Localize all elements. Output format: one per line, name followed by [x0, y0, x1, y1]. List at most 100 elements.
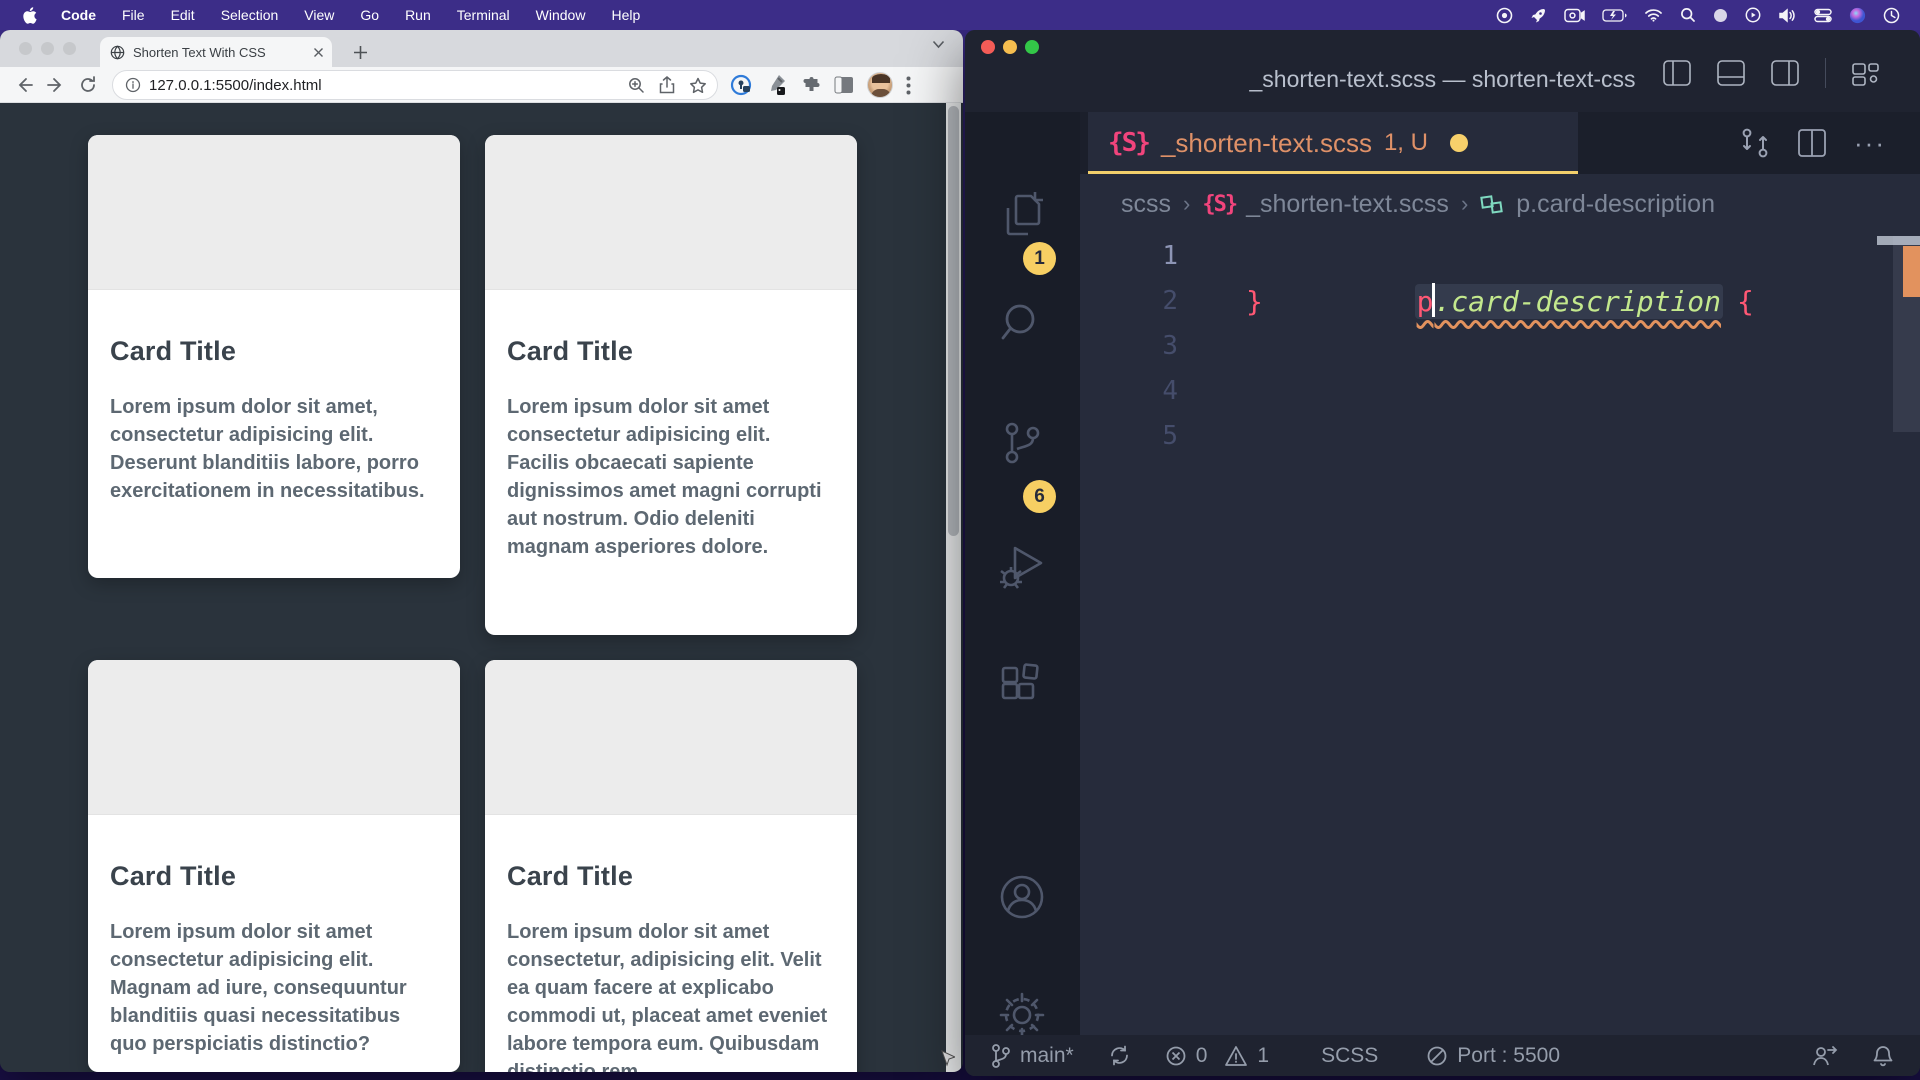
mouse-cursor — [941, 1050, 955, 1068]
minimize-window-button[interactable] — [41, 42, 54, 55]
warning-count: 1 — [1257, 1044, 1269, 1068]
new-tab-button[interactable] — [346, 38, 374, 66]
feedback-person-icon[interactable] — [1812, 1044, 1838, 1068]
forward-button[interactable] — [40, 71, 72, 99]
run-debug-icon[interactable] — [997, 540, 1047, 590]
side-panel-icon[interactable] — [834, 76, 854, 94]
zoom-window-button[interactable] — [1025, 40, 1039, 54]
dot-icon[interactable] — [1713, 8, 1728, 23]
settings-gear-icon[interactable] — [997, 990, 1047, 1040]
battery-icon[interactable] — [1602, 9, 1627, 22]
share-icon[interactable] — [659, 76, 675, 94]
toggle-secondary-sidebar-icon[interactable] — [1771, 60, 1799, 86]
unsaved-changes-dot[interactable] — [1450, 134, 1468, 152]
extension-icons — [730, 67, 911, 103]
site-info-icon[interactable] — [125, 77, 141, 93]
play-circle-icon[interactable] — [1745, 7, 1761, 23]
breadcrumb-folder[interactable]: scss — [1121, 190, 1171, 219]
extensions-icon[interactable] — [997, 662, 1047, 712]
card-2-description: Lorem ipsum dolor sit amet consectetur a… — [507, 393, 835, 561]
scss-file-icon: {S} — [1108, 128, 1149, 158]
back-button[interactable] — [8, 71, 40, 99]
chrome-toolbar: 127.0.0.1:5500/index.html — [0, 67, 963, 103]
account-icon[interactable] — [997, 872, 1047, 922]
menu-item-terminal[interactable]: Terminal — [457, 7, 510, 23]
extensions-puzzle-icon[interactable] — [800, 75, 821, 96]
menu-item-file[interactable]: File — [122, 7, 145, 23]
control-center-icon[interactable] — [1814, 8, 1832, 23]
breadcrumb-file[interactable]: _shorten-text.scss — [1246, 190, 1449, 219]
profile-avatar[interactable] — [867, 72, 893, 98]
url-text[interactable]: 127.0.0.1:5500/index.html — [149, 77, 620, 94]
tab-close-icon[interactable] — [313, 47, 324, 58]
menu-item-edit[interactable]: Edit — [171, 7, 195, 23]
siri-icon[interactable] — [1849, 7, 1866, 24]
page-scrollbar-thumb[interactable] — [948, 106, 959, 536]
close-window-button[interactable] — [981, 40, 995, 54]
bookmark-star-icon[interactable] — [689, 77, 707, 94]
toggle-panel-icon[interactable] — [1717, 60, 1745, 86]
menu-item-code[interactable]: Code — [61, 7, 96, 23]
menu-item-window[interactable]: Window — [536, 7, 586, 23]
sync-icon[interactable] — [1108, 1044, 1131, 1067]
browser-tab[interactable]: Shorten Text With CSS — [100, 37, 332, 67]
editor-group: {S} _shorten-text.scss 1, U ··· scss › {… — [1080, 112, 1920, 1035]
page-scrollbar[interactable] — [946, 103, 961, 1072]
tab-search-chevron-icon[interactable] — [932, 40, 945, 49]
zoom-icon[interactable] — [628, 77, 645, 94]
vscode-window: _shorten-text.scss — shorten-text-css 1 — [965, 30, 1920, 1076]
source-control-icon[interactable] — [997, 418, 1047, 468]
customize-layout-icon[interactable] — [1852, 60, 1880, 86]
error-count: 0 — [1196, 1044, 1208, 1068]
overview-ruler-warning-marker — [1903, 246, 1920, 297]
wifi-icon[interactable] — [1644, 8, 1663, 22]
explorer-icon[interactable] — [997, 190, 1047, 240]
record-icon[interactable] — [1496, 7, 1513, 24]
warnings-icon — [1224, 1045, 1248, 1067]
card-1-title: Card Title — [110, 336, 438, 367]
split-editor-icon[interactable] — [1798, 129, 1826, 157]
menu-item-run[interactable]: Run — [405, 7, 431, 23]
card-1-description: Lorem ipsum dolor sit amet, consectetur … — [110, 393, 438, 505]
circle-slash-icon — [1426, 1045, 1448, 1067]
code-editor[interactable]: 1 p.card-description{ 2 } 3 4 5 — [1080, 234, 1920, 1035]
screen-record-icon[interactable] — [1564, 8, 1585, 23]
tab-title: Shorten Text With CSS — [133, 45, 305, 60]
toggle-sidebar-icon[interactable] — [1663, 60, 1691, 86]
clock-icon[interactable] — [1883, 7, 1900, 24]
git-branch-status[interactable]: main* — [991, 1043, 1074, 1069]
reload-button[interactable] — [72, 71, 104, 99]
minimize-window-button[interactable] — [1003, 40, 1017, 54]
chrome-tab-strip: Shorten Text With CSS — [0, 30, 963, 67]
rocket-icon[interactable] — [1530, 7, 1547, 24]
menu-item-view[interactable]: View — [304, 7, 334, 23]
breadcrumb: scss › {S} _shorten-text.scss › p.card-d… — [1080, 174, 1920, 234]
editor-tab[interactable]: {S} _shorten-text.scss 1, U — [1088, 112, 1578, 174]
close-window-button[interactable] — [19, 42, 32, 55]
git-branch-icon — [991, 1043, 1011, 1069]
compare-changes-icon[interactable] — [1740, 127, 1770, 159]
browser-menu-icon[interactable] — [906, 76, 911, 95]
menu-item-selection[interactable]: Selection — [221, 7, 279, 23]
breadcrumb-symbol[interactable]: p.card-description — [1516, 190, 1715, 219]
notifications-bell-icon[interactable] — [1872, 1044, 1894, 1068]
live-server-port[interactable]: Port : 5500 — [1426, 1044, 1560, 1068]
vscode-title-bar: _shorten-text.scss — shorten-text-css — [965, 30, 1920, 112]
menu-item-go[interactable]: Go — [360, 7, 379, 23]
volume-icon[interactable] — [1778, 8, 1797, 23]
chevron-right-icon: › — [1181, 191, 1192, 217]
zoom-window-button[interactable] — [63, 42, 76, 55]
more-actions-icon[interactable]: ··· — [1854, 128, 1886, 159]
problems-status[interactable]: 0 1 — [1165, 1044, 1269, 1068]
address-bar[interactable]: 127.0.0.1:5500/index.html — [112, 70, 718, 100]
apple-logo-icon[interactable] — [22, 7, 37, 24]
language-mode[interactable]: SCSS — [1321, 1044, 1378, 1068]
editor-tab-strip: {S} _shorten-text.scss 1, U ··· — [1080, 112, 1920, 174]
line-number: 3 — [1080, 324, 1178, 369]
spotlight-icon[interactable] — [1680, 7, 1696, 23]
password-extension-icon[interactable] — [730, 74, 752, 96]
eyedropper-extension-icon[interactable] — [765, 73, 787, 97]
search-icon[interactable] — [997, 298, 1047, 348]
activity-bar: 1 6 — [965, 112, 1080, 1035]
menu-item-help[interactable]: Help — [611, 7, 640, 23]
